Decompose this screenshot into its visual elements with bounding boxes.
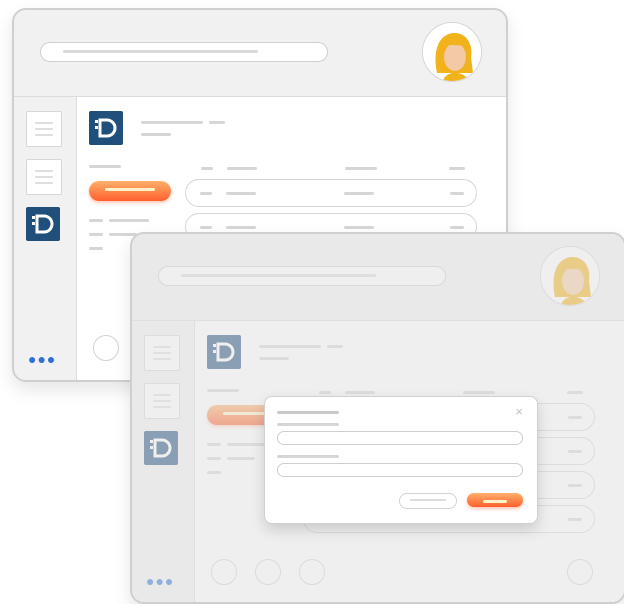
- round-action-button[interactable]: [93, 335, 119, 361]
- top-bar: [14, 10, 506, 97]
- table-header-cell: [449, 167, 465, 170]
- d-logo-icon[interactable]: [26, 207, 60, 241]
- modal-dialog: ×: [264, 396, 538, 524]
- placeholder-line: [209, 121, 225, 124]
- dialog-title-line: [277, 411, 339, 414]
- cancel-button[interactable]: [399, 493, 457, 509]
- placeholder-line: [89, 219, 103, 222]
- table-header-cell: [227, 167, 257, 170]
- field-label-line: [277, 423, 339, 426]
- document-icon[interactable]: [26, 159, 62, 195]
- confirm-button[interactable]: [467, 493, 523, 507]
- more-dots-icon[interactable]: ●●●: [28, 352, 56, 366]
- close-icon[interactable]: ×: [515, 405, 523, 418]
- table-header-cell: [345, 167, 377, 170]
- placeholder-line: [89, 247, 103, 250]
- placeholder-line: [109, 219, 149, 222]
- table-row[interactable]: [185, 179, 477, 207]
- sidebar: ●●●: [14, 97, 77, 380]
- search-bar[interactable]: [40, 42, 328, 62]
- primary-button[interactable]: [89, 181, 171, 201]
- placeholder-line: [141, 121, 203, 124]
- d-logo-icon: [89, 111, 123, 145]
- table-header-cell: [201, 167, 213, 170]
- user-avatar-icon[interactable]: [422, 22, 482, 82]
- document-icon[interactable]: [26, 111, 62, 147]
- placeholder-line: [141, 133, 171, 136]
- placeholder-line: [89, 165, 121, 168]
- text-input-field[interactable]: [277, 431, 523, 445]
- field-label-line: [277, 455, 339, 458]
- app-window-foreground: ●●●: [130, 232, 624, 604]
- placeholder-line: [89, 233, 103, 236]
- text-input-field[interactable]: [277, 463, 523, 477]
